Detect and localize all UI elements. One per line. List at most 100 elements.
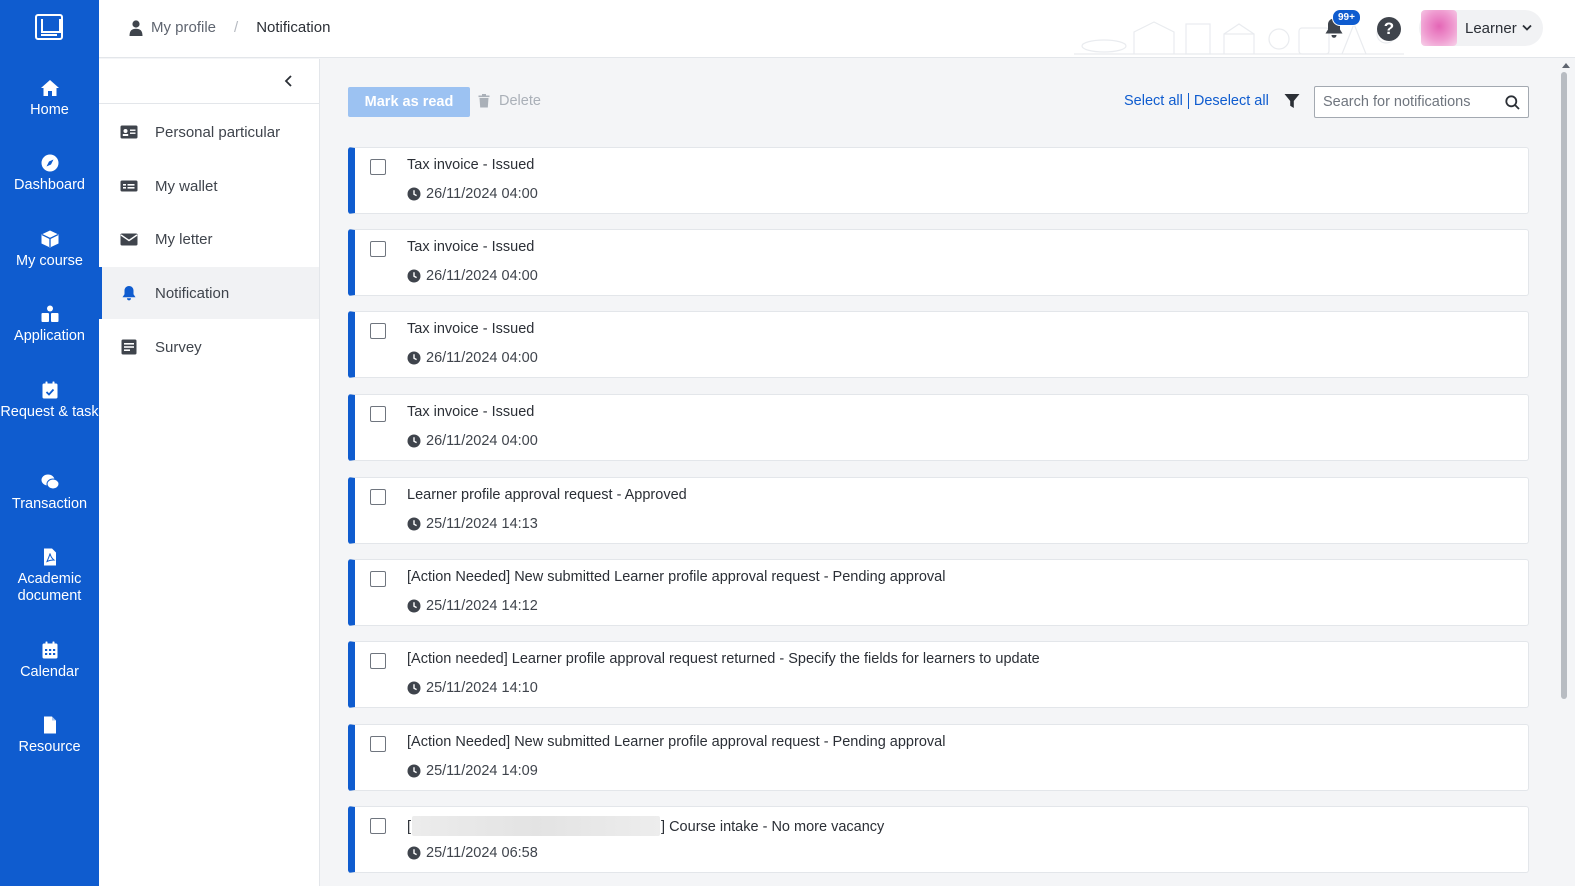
notification-title: [ ] Course intake - No more vacancy xyxy=(407,816,884,836)
survey-icon xyxy=(120,339,138,355)
home-icon xyxy=(40,79,60,97)
calendar-check-icon xyxy=(40,381,60,399)
clock-icon xyxy=(407,269,421,283)
nav-label: Academic document xyxy=(17,571,82,604)
nav-label: Dashboard xyxy=(14,177,85,193)
nav-label: Calendar xyxy=(20,664,79,680)
notification-checkbox[interactable] xyxy=(370,323,386,339)
calendar-icon xyxy=(40,641,60,659)
search-input[interactable] xyxy=(1323,93,1498,111)
cube-icon xyxy=(40,230,60,248)
breadcrumb-current: Notification xyxy=(256,19,331,36)
notification-checkbox[interactable] xyxy=(370,818,386,834)
nav-item-request-task[interactable]: Request & task xyxy=(0,381,99,421)
clock-icon xyxy=(407,187,421,201)
menu-item-notification[interactable]: Notification xyxy=(99,267,319,319)
scroll-up-arrow-icon[interactable] xyxy=(1562,63,1570,68)
clock-icon xyxy=(407,434,421,448)
menu-item-survey[interactable]: Survey xyxy=(99,321,319,373)
nav-item-my-course[interactable]: My course xyxy=(0,230,99,270)
id-card-icon xyxy=(120,124,138,140)
menu-item-label: My letter xyxy=(155,230,213,248)
coins-icon xyxy=(40,473,60,491)
notification-checkbox[interactable] xyxy=(370,406,386,422)
menu-item-label: Personal particular xyxy=(155,123,281,141)
notification-title: Learner profile approval request - Appro… xyxy=(407,487,687,503)
notification-checkbox[interactable] xyxy=(370,736,386,752)
notification-title: [Action Needed] New submitted Learner pr… xyxy=(407,734,946,750)
notification-item[interactable]: [Action needed] Learner profile approval… xyxy=(348,641,1529,708)
menu-item-my-letter[interactable]: My letter xyxy=(99,213,319,265)
notification-title: Tax invoice - Issued xyxy=(407,321,535,337)
select-all-link[interactable]: Select all xyxy=(1124,93,1183,109)
notification-item[interactable]: Tax invoice - Issued 26/11/2024 04:00 xyxy=(348,394,1529,461)
scrollbar[interactable] xyxy=(1557,59,1575,886)
notification-checkbox[interactable] xyxy=(370,571,386,587)
notification-checkbox[interactable] xyxy=(370,241,386,257)
menu-item-label: Survey xyxy=(155,338,202,356)
divider xyxy=(1187,93,1189,109)
main-sidebar: Home Dashboard My course Application Req… xyxy=(0,0,99,886)
nav-label: Request & task xyxy=(0,404,99,420)
delete-label: Delete xyxy=(499,93,541,109)
notification-title: Tax invoice - Issued xyxy=(407,157,535,173)
title-prefix: [ xyxy=(407,819,412,835)
user-menu[interactable]: Learner xyxy=(1419,10,1543,46)
menu-item-my-wallet[interactable]: My wallet xyxy=(99,160,319,212)
divider xyxy=(99,103,319,104)
notification-checkbox[interactable] xyxy=(370,159,386,175)
nav-item-calendar[interactable]: Calendar xyxy=(0,641,99,681)
envelope-icon xyxy=(120,231,138,247)
notification-time: 26/11/2024 04:00 xyxy=(426,268,538,284)
nav-item-application[interactable]: Application xyxy=(0,305,99,345)
notification-item[interactable]: [Action Needed] New submitted Learner pr… xyxy=(348,559,1529,626)
notification-item[interactable]: Tax invoice - Issued 26/11/2024 04:00 xyxy=(348,147,1529,214)
filter-icon[interactable] xyxy=(1284,93,1300,109)
search-box xyxy=(1314,86,1529,118)
notification-item[interactable]: Learner profile approval request - Appro… xyxy=(348,477,1529,544)
top-bar: My profile / Notification 99+ ? Learner xyxy=(99,0,1575,58)
notification-checkbox[interactable] xyxy=(370,653,386,669)
notification-time: 25/11/2024 14:13 xyxy=(426,516,538,532)
chevron-down-icon xyxy=(1522,24,1532,32)
notification-timestamp: 25/11/2024 14:12 xyxy=(407,598,538,614)
notification-timestamp: 26/11/2024 04:00 xyxy=(407,350,538,366)
search-icon[interactable] xyxy=(1505,95,1520,110)
scrollbar-thumb[interactable] xyxy=(1561,72,1567,699)
clock-icon xyxy=(407,681,421,695)
nav-item-transaction[interactable]: Transaction xyxy=(0,473,99,513)
file-icon xyxy=(40,716,60,734)
breadcrumb-my-profile[interactable]: My profile xyxy=(151,19,216,36)
menu-item-personal-particular[interactable]: Personal particular xyxy=(99,106,319,158)
avatar xyxy=(1421,10,1457,46)
institution-logo-icon[interactable] xyxy=(35,14,63,40)
breadcrumb: My profile / Notification xyxy=(129,19,330,36)
notification-title: [Action Needed] New submitted Learner pr… xyxy=(407,569,946,585)
mark-as-read-button[interactable]: Mark as read xyxy=(348,87,470,117)
notification-timestamp: 25/11/2024 06:58 xyxy=(407,845,538,861)
pdf-file-icon xyxy=(40,548,60,566)
nav-item-resource[interactable]: Resource xyxy=(0,716,99,756)
notification-timestamp: 26/11/2024 04:00 xyxy=(407,186,538,202)
clock-icon xyxy=(407,517,421,531)
nav-item-academic-document[interactable]: Academic document xyxy=(0,548,99,605)
notification-title: Tax invoice - Issued xyxy=(407,239,535,255)
nav-item-dashboard[interactable]: Dashboard xyxy=(0,154,99,194)
notification-checkbox[interactable] xyxy=(370,489,386,505)
nav-label: Application xyxy=(14,328,85,344)
clock-icon xyxy=(407,846,421,860)
delete-button[interactable]: Delete xyxy=(478,93,541,109)
application-icon xyxy=(40,305,60,323)
collapse-chevron-left-icon[interactable] xyxy=(282,74,296,88)
notification-item[interactable]: [ ] Course intake - No more vacancy 25/11… xyxy=(348,806,1529,873)
notification-item[interactable]: Tax invoice - Issued 26/11/2024 04:00 xyxy=(348,229,1529,296)
help-icon[interactable]: ? xyxy=(1377,17,1401,41)
notification-item[interactable]: Tax invoice - Issued 26/11/2024 04:00 xyxy=(348,311,1529,378)
notification-item[interactable]: [Action Needed] New submitted Learner pr… xyxy=(348,724,1529,791)
deselect-all-link[interactable]: Deselect all xyxy=(1194,93,1269,109)
nav-label: My course xyxy=(16,253,83,269)
nav-item-home[interactable]: Home xyxy=(0,79,99,119)
notification-timestamp: 26/11/2024 04:00 xyxy=(407,433,538,449)
title-suffix: ] Course intake - No more vacancy xyxy=(661,819,885,835)
notification-panel: Mark as read Delete Select all Deselect … xyxy=(320,59,1557,886)
